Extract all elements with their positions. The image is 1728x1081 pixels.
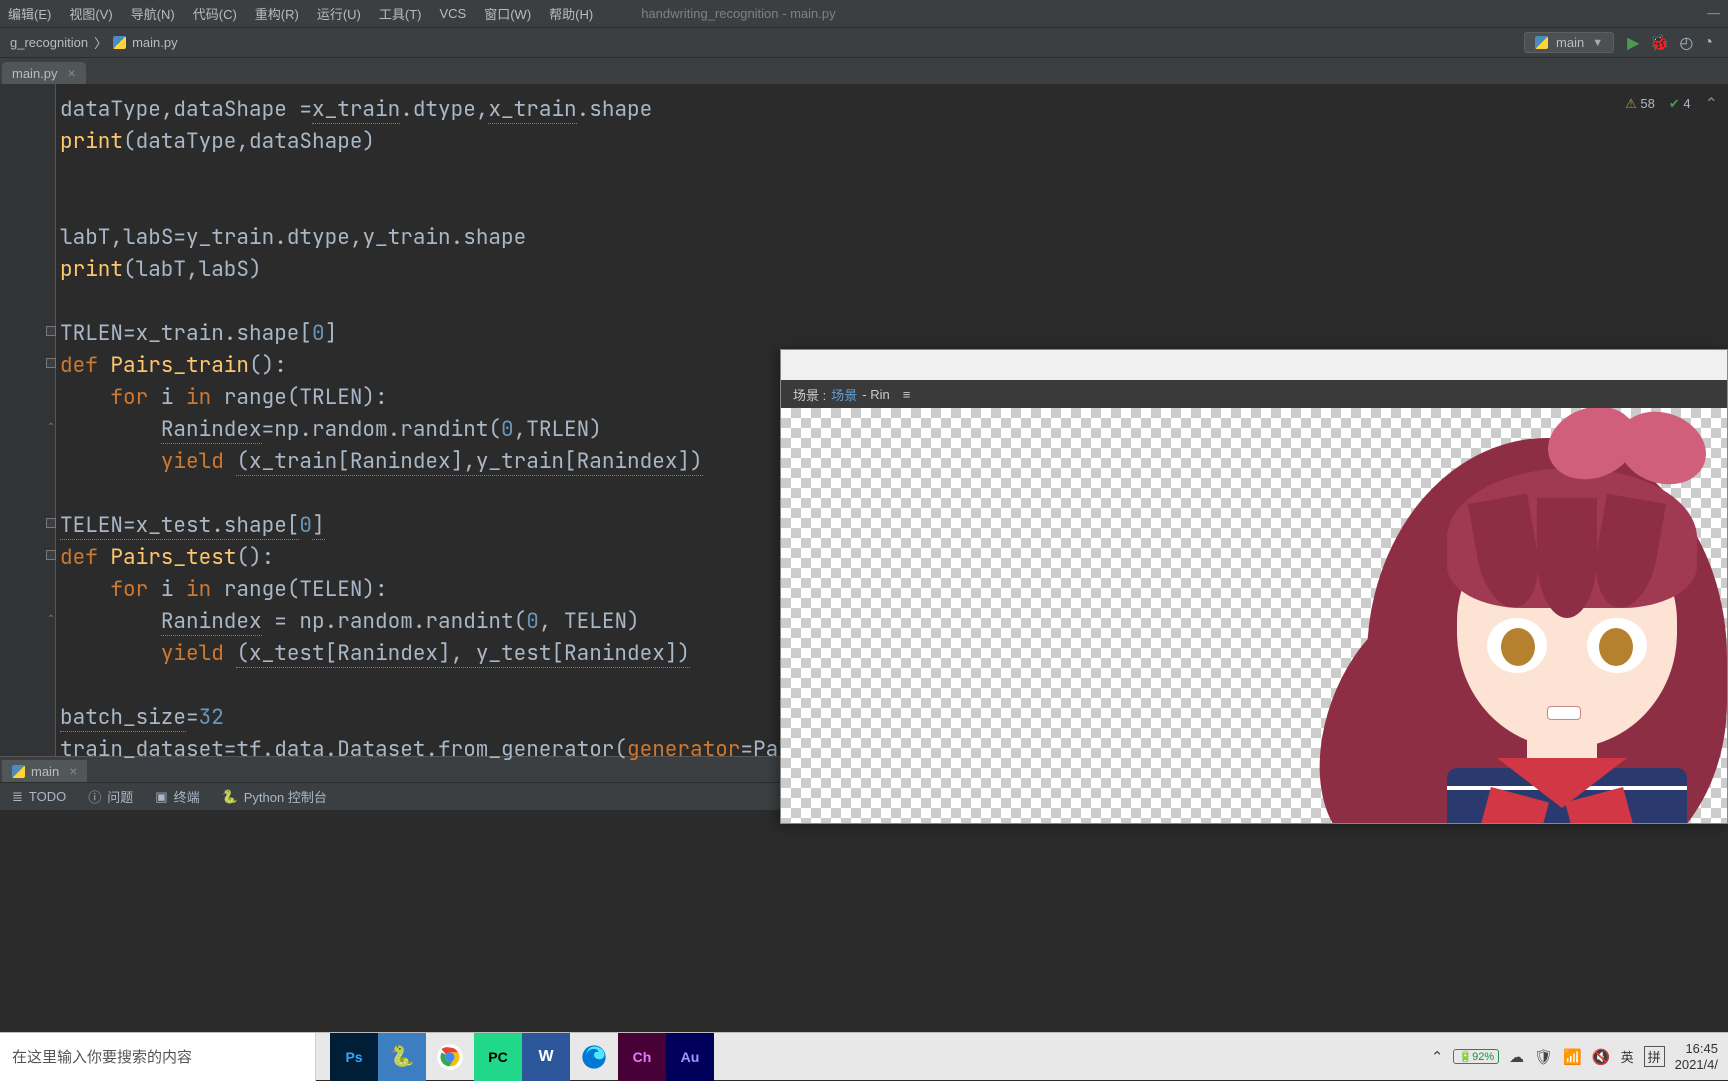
info-icon: ⓘ [88,787,101,806]
breadcrumb-project[interactable]: g_recognition [10,35,88,50]
system-tray: ⌃ 🔋92% ☁ 🛡 📶 🔇 英 拼 16:45 2021/4/ [1431,1041,1728,1072]
character-rin[interactable] [1327,408,1727,823]
fold-marker[interactable] [46,326,56,336]
window-title: handwriting_recognition - main.py [641,6,835,21]
menu-navigate[interactable]: 导航(N) [131,4,175,23]
python-console-label: Python 控制台 [244,787,327,806]
run-tab-label: main [31,764,59,779]
scene-editor-window[interactable]: 场景 : 场景 - Rin ≡ [780,349,1728,824]
scene-label: 场景 : [793,385,826,404]
taskbar-edge[interactable] [570,1033,618,1081]
editor-tab-label: main.py [12,66,58,81]
fold-end-icon[interactable]: ⌃ [46,422,56,432]
menu-view[interactable]: 视图(V) [69,4,112,23]
scene-canvas[interactable] [781,408,1727,823]
profile-icon[interactable]: ◔ [1703,34,1713,52]
python-console-tool[interactable]: 🐍 Python 控制台 [222,787,327,806]
taskbar-python-idle[interactable]: 🐍 [378,1033,426,1081]
menu-window[interactable]: 窗口(W) [484,4,531,23]
coverage-icon[interactable]: ◴ [1679,33,1693,53]
terminal-icon: ▣ [155,789,167,805]
python-file-icon [113,36,126,49]
gutter[interactable]: ⌃ ⌃ [0,84,56,756]
python-icon [12,765,25,778]
ime-indicator-2[interactable]: 拼 [1644,1046,1665,1067]
chevron-right-icon: 〉 [94,33,107,52]
clock-date: 2021/4/ [1675,1057,1718,1073]
taskbar-chrome[interactable] [426,1033,474,1081]
menu-refactor[interactable]: 重构(R) [255,4,299,23]
chevron-down-icon: ▼ [1592,37,1603,49]
taskbar-word[interactable]: W [522,1033,570,1081]
scene-bar: 场景 : 场景 - Rin ≡ [781,380,1727,408]
taskbar-audition[interactable]: Au [666,1033,714,1081]
scene-link[interactable]: 场景 [831,385,857,404]
todo-label: TODO [29,789,66,804]
search-placeholder: 在这里输入你要搜索的内容 [12,1046,192,1067]
volume-mute-icon[interactable]: 🔇 [1592,1048,1611,1066]
taskbar-pycharm[interactable]: PC [474,1033,522,1081]
scene-name: - Rin [862,387,889,402]
minimize-icon[interactable]: ─ [1707,3,1720,24]
warning-count[interactable]: 58 [1625,96,1655,112]
wifi-icon[interactable]: 📶 [1563,1048,1582,1066]
onedrive-icon[interactable]: ☁ [1509,1048,1524,1066]
todo-tool[interactable]: ≣ TODO [12,789,66,805]
python-icon: 🐍 [222,789,238,805]
clock[interactable]: 16:45 2021/4/ [1675,1041,1718,1072]
problems-tool[interactable]: ⓘ 问题 [88,787,133,806]
code-content[interactable]: dataType,dataShape =x_train.dtype,x_trai… [60,94,816,766]
python-icon [1535,36,1548,49]
menu-edit[interactable]: 编辑(E) [8,4,51,23]
overlay-titlebar[interactable] [781,350,1727,380]
run-icon[interactable]: ▶ [1627,33,1639,53]
nav-bar: g_recognition 〉 main.py main ▼ ▶ 🐞 ◴ ◔ [0,28,1728,58]
inspections-widget[interactable]: 58 4 ⌃ [1625,94,1718,114]
battery-indicator[interactable]: 🔋92% [1453,1049,1499,1064]
problems-label: 问题 [107,787,133,806]
menu-help[interactable]: 帮助(H) [549,4,593,23]
fold-marker[interactable] [46,550,56,560]
tray-chevron-up-icon[interactable]: ⌃ [1431,1048,1444,1066]
terminal-tool[interactable]: ▣ 终端 [155,787,199,806]
windows-taskbar: 在这里输入你要搜索的内容 Ps 🐍 PC W Ch Au ⌃ 🔋92% ☁ 🛡 … [0,1032,1728,1080]
hamburger-icon[interactable]: ≡ [903,387,911,402]
editor-tab-bar: main.py × [0,58,1728,84]
breadcrumb[interactable]: g_recognition 〉 main.py [10,33,178,52]
fold-marker[interactable] [46,358,56,368]
clock-time: 16:45 [1675,1041,1718,1057]
menu-tools[interactable]: 工具(T) [379,4,422,23]
terminal-label: 终端 [174,787,200,806]
chevron-up-icon[interactable]: ⌃ [1705,94,1718,114]
search-input[interactable]: 在这里输入你要搜索的内容 [0,1033,316,1081]
menu-vcs[interactable]: VCS [439,6,466,21]
run-config-selector[interactable]: main ▼ [1524,32,1614,53]
menu-code[interactable]: 代码(C) [193,4,237,23]
taskbar-character-animator[interactable]: Ch [618,1033,666,1081]
ime-indicator-1[interactable]: 英 [1621,1047,1634,1066]
typo-count[interactable]: 4 [1669,96,1691,112]
close-icon[interactable]: × [68,65,76,81]
fold-end-icon[interactable]: ⌃ [46,614,56,624]
debug-icon[interactable]: 🐞 [1649,33,1669,53]
security-icon[interactable]: 🛡 [1534,1048,1553,1066]
run-config-name: main [1556,35,1584,50]
taskbar-photoshop[interactable]: Ps [330,1033,378,1081]
list-icon: ≣ [12,789,23,805]
breadcrumb-file[interactable]: main.py [132,35,178,50]
tab-main-py[interactable]: main.py × [2,62,86,84]
fold-marker[interactable] [46,518,56,528]
menu-bar: 编辑(E) 视图(V) 导航(N) 代码(C) 重构(R) 运行(U) 工具(T… [0,0,1728,28]
menu-run[interactable]: 运行(U) [317,4,361,23]
